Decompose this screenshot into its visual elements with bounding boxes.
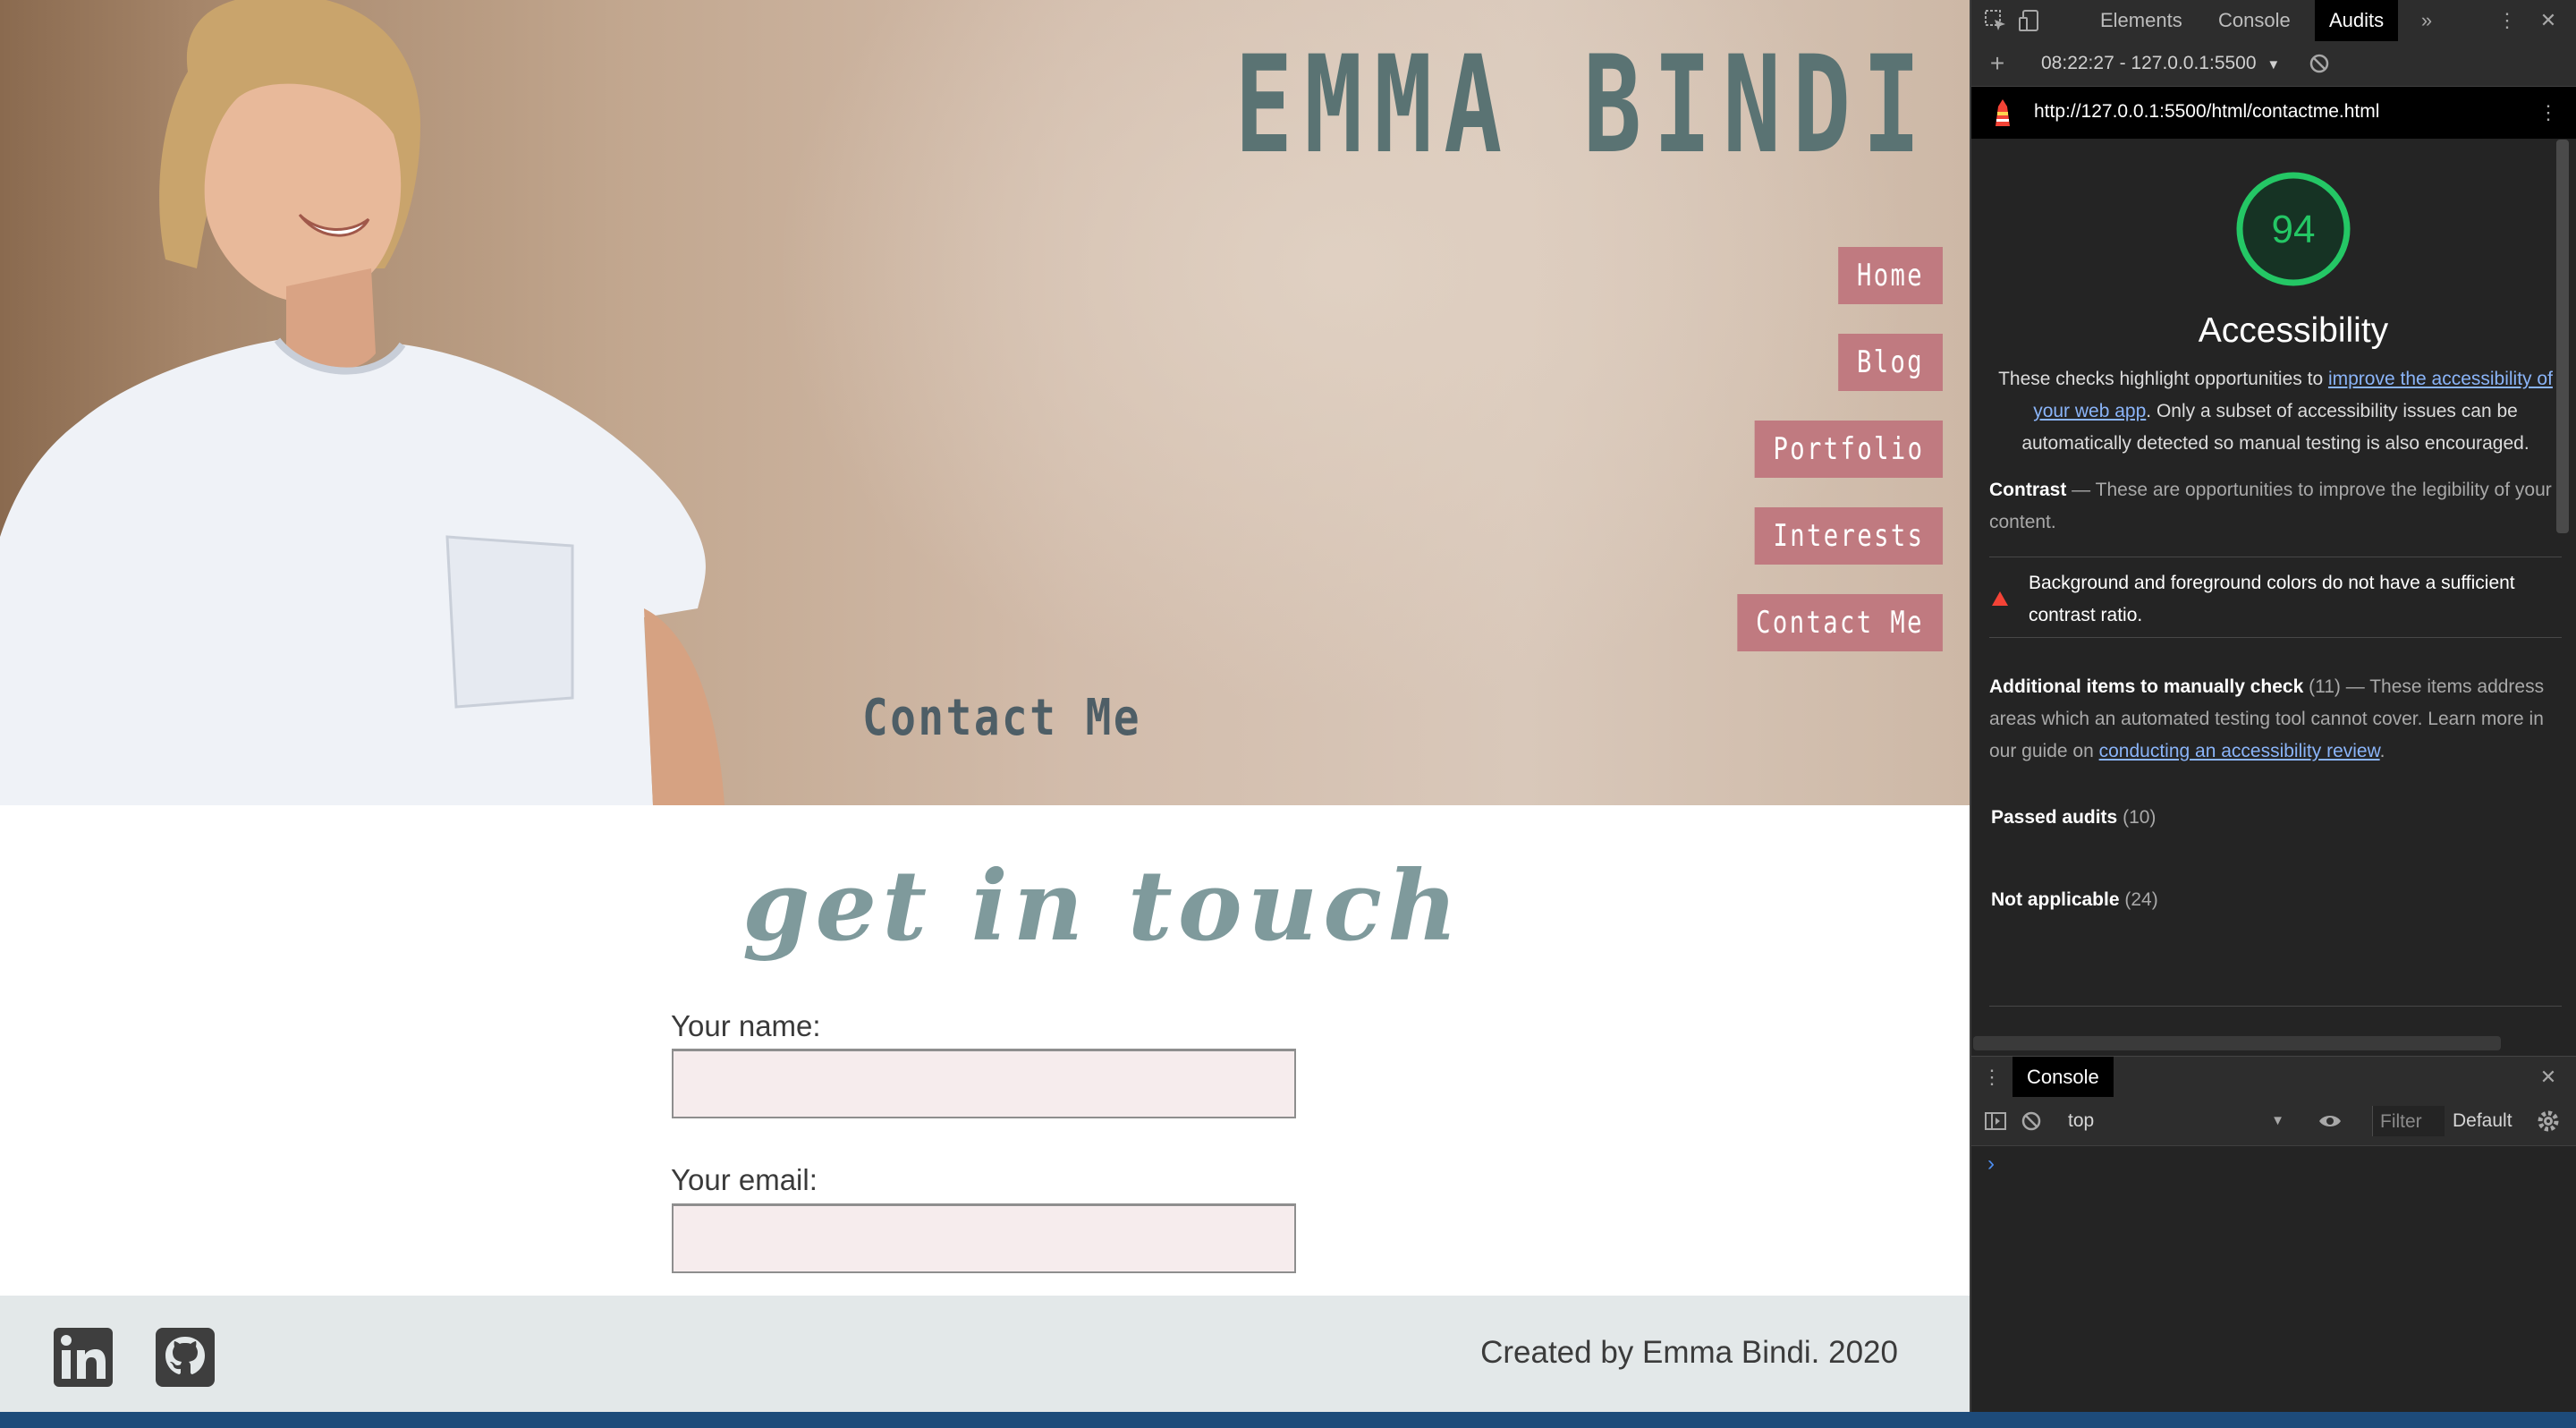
score-value: 94	[2271, 208, 2316, 251]
drawer-menu-icon[interactable]: ⋮	[1979, 1064, 2005, 1091]
clear-console-icon[interactable]	[2018, 1108, 2045, 1135]
log-levels-dropdown[interactable]: Default	[2453, 1110, 2521, 1132]
console-output[interactable]: ›	[1971, 1146, 2576, 1412]
not-applicable-group[interactable]: Not applicable (24)	[1991, 884, 2158, 916]
passed-audits-group[interactable]: Passed audits (10)	[1991, 802, 2156, 834]
hero-banner: EMMA BINDI Home Blog Portfolio Interests…	[0, 0, 1970, 805]
footer-credit: Created by Emma Bindi. 2020	[1480, 1335, 1898, 1370]
live-expression-eye-icon[interactable]	[2317, 1108, 2343, 1135]
nav-blog-button[interactable]: Blog	[1838, 334, 1943, 391]
accessibility-review-link[interactable]: conducting an accessibility review	[2099, 741, 2380, 761]
category-title: Accessibility	[2198, 311, 2389, 350]
nav-home-button[interactable]: Home	[1838, 247, 1943, 304]
more-tabs-icon[interactable]: »	[2413, 7, 2440, 34]
filter-placeholder: Filter	[2380, 1111, 2422, 1132]
site-title: EMMA BINDI	[1234, 28, 1932, 183]
chevron-down-icon: ▼	[2271, 1113, 2284, 1128]
devtools-panel: Elements Console Audits » ⋮ ✕ + 08:22:27…	[1970, 0, 2576, 1412]
manual-checks-end: .	[2379, 741, 2385, 761]
context-selector-label: top	[2068, 1110, 2095, 1131]
console-toolbar: top ▼ Filter Default	[1971, 1097, 2576, 1146]
tab-audits[interactable]: Audits	[2315, 0, 2399, 41]
github-icon[interactable]	[156, 1328, 215, 1387]
nav-interests-button[interactable]: Interests	[1754, 507, 1943, 565]
nav-portfolio-button[interactable]: Portfolio	[1754, 421, 1943, 478]
web-page: EMMA BINDI Home Blog Portfolio Interests…	[0, 0, 1970, 1412]
main-nav: Home Blog Portfolio Interests Contact Me	[1686, 247, 1943, 651]
manual-checks-group: Additional items to manually check (11) …	[1989, 676, 2545, 761]
intro-text: These checks highlight opportunities to	[1998, 369, 2328, 389]
report-url: http://127.0.0.1:5500/html/contactme.htm…	[2034, 101, 2380, 122]
clear-reports-icon[interactable]	[2306, 50, 2333, 77]
passed-audits-title: Passed audits	[1991, 807, 2118, 828]
tab-elements[interactable]: Elements	[2086, 0, 2197, 41]
drawer-tab-console[interactable]: Console	[2012, 1057, 2114, 1098]
contrast-title: Contrast	[1989, 480, 2067, 500]
contrast-group-header: Contrast — These are opportunities to im…	[1989, 480, 2552, 532]
name-label: Your name:	[671, 1009, 821, 1042]
tab-console[interactable]: Console	[2204, 0, 2305, 41]
email-input[interactable]	[672, 1203, 1296, 1273]
devtools-tabbar: Elements Console Audits » ⋮ ✕	[1971, 0, 2576, 42]
linkedin-icon[interactable]	[54, 1328, 113, 1387]
contrast-audit-item[interactable]: Background and foreground colors do not …	[2029, 567, 2565, 632]
new-audit-icon[interactable]: +	[1984, 49, 2011, 77]
taskbar-strip	[0, 1412, 2576, 1428]
divider	[1989, 637, 2562, 638]
report-menu-icon[interactable]: ⋮	[2535, 99, 2562, 126]
hero-caption: Contact Me	[862, 689, 1142, 747]
close-drawer-icon[interactable]: ✕	[2535, 1064, 2562, 1091]
audit-report: 94 Accessibility These checks highlight …	[1971, 140, 2562, 1034]
device-toolbar-icon[interactable]	[2016, 7, 2043, 34]
console-prompt-icon: ›	[1987, 1152, 1995, 1176]
category-description: These checks highlight opportunities to …	[1989, 363, 2562, 460]
manual-checks-title: Additional items to manually check	[1989, 676, 2304, 697]
context-selector[interactable]: top ▼	[2057, 1106, 2292, 1136]
show-sidebar-icon[interactable]	[1982, 1108, 2009, 1135]
contrast-description: These are opportunities to improve the l…	[1989, 480, 2552, 532]
report-selector-label: 08:22:27 - 127.0.0.1:5500	[2041, 53, 2257, 73]
not-applicable-count: (24)	[2124, 889, 2158, 910]
horizontal-scrollbar[interactable]	[1973, 1036, 2501, 1050]
chevron-down-icon: ▼	[2267, 57, 2281, 72]
close-devtools-icon[interactable]: ✕	[2535, 7, 2562, 34]
email-label: Your email:	[671, 1163, 818, 1196]
site-footer: Created by Emma Bindi. 2020	[0, 1296, 1970, 1412]
passed-audits-count: (10)	[2123, 807, 2157, 828]
lighthouse-icon	[1996, 99, 2010, 126]
report-url-bar: http://127.0.0.1:5500/html/contactme.htm…	[1971, 87, 2576, 139]
console-drawer-header: ⋮ Console ✕	[1971, 1056, 2576, 1099]
report-selector[interactable]: 08:22:27 - 127.0.0.1:5500 ▼	[2041, 53, 2280, 74]
manual-checks-count: (11)	[2309, 676, 2341, 697]
console-settings-gear-icon[interactable]	[2535, 1108, 2562, 1135]
contact-heading: get in touch	[742, 850, 1463, 963]
hero-photo	[0, 0, 724, 805]
audits-toolbar: + 08:22:27 - 127.0.0.1:5500 ▼	[1971, 41, 2576, 87]
audit-scrollbar[interactable]	[2556, 140, 2569, 533]
fail-triangle-icon	[1992, 591, 2008, 606]
name-input[interactable]	[672, 1049, 1296, 1118]
divider	[1989, 1006, 2562, 1007]
inspect-element-icon[interactable]	[1982, 7, 2009, 34]
filter-input[interactable]: Filter	[2372, 1106, 2445, 1136]
not-applicable-title: Not applicable	[1991, 889, 2120, 910]
nav-contact-button[interactable]: Contact Me	[1737, 594, 1943, 651]
kebab-menu-icon[interactable]: ⋮	[2494, 7, 2521, 34]
